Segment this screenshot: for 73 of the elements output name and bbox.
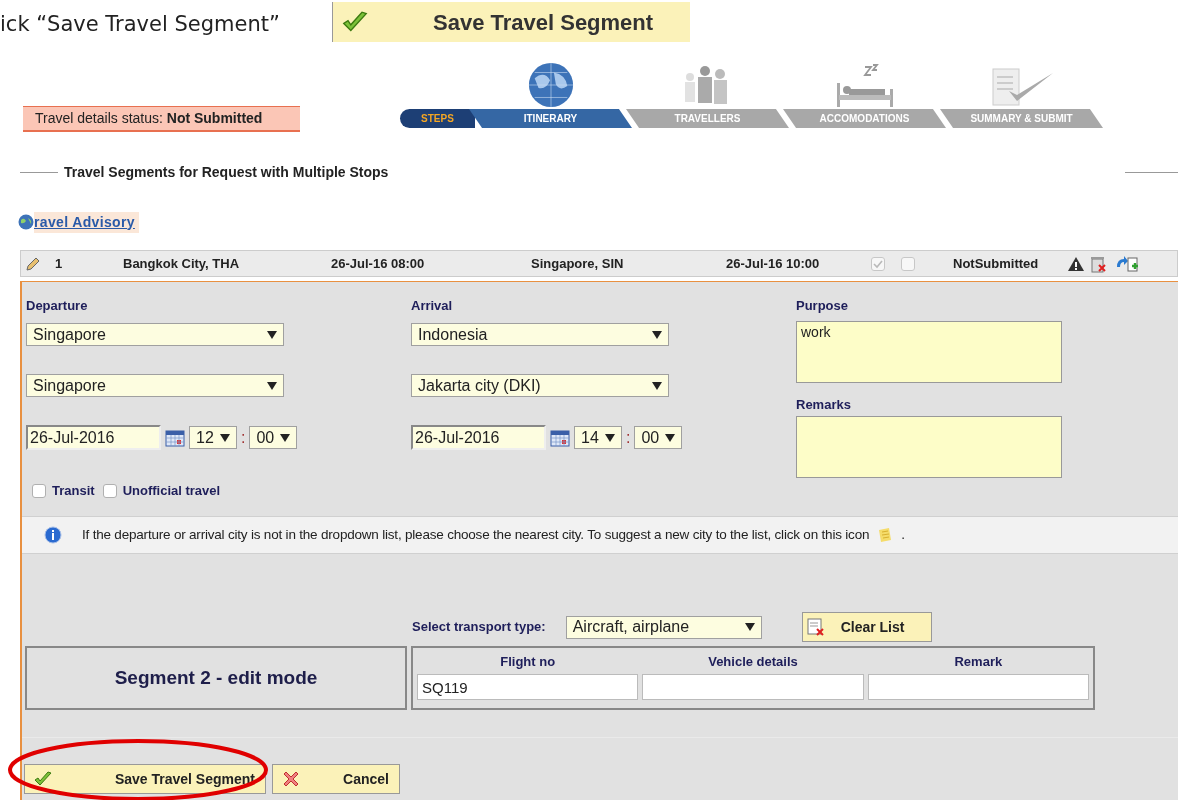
column-heading: Remark [954,653,1003,671]
checkbox[interactable] [901,256,915,271]
segment-status: NotSubmitted [953,254,1040,273]
info-text-end: . [901,525,906,544]
hour-dropdown[interactable]: 14 [574,426,622,449]
checkbox[interactable] [32,484,46,498]
dropdown-arrow-icon [220,433,230,442]
column-heading: Flight no [500,653,556,671]
date-field[interactable]: 26-Jul-2016 [411,425,546,450]
minute-dropdown[interactable]: 00 [634,426,683,449]
checkbox[interactable] [871,256,885,271]
dropdown-arrow-icon [744,623,755,631]
transport-dropdown[interactable]: Aircraft, airplane [565,615,762,639]
sleeping-bed-icon [834,63,895,109]
warning-icon[interactable] [1067,255,1085,272]
dropdown-arrow-icon [652,381,662,390]
delete-icon[interactable] [1089,254,1107,273]
clear-list-icon [806,618,825,636]
calendar-icon[interactable] [550,428,570,447]
detail-field[interactable] [867,674,1089,700]
status-box: Travel details status: Not Submitted [23,106,300,132]
clear-list-button[interactable]: Clear List [801,612,932,642]
dropdown-arrow-icon [605,433,615,442]
country-dropdown[interactable]: Indonesia [411,323,669,346]
dropdown-arrow-icon [267,381,277,390]
arrival-time: 26-Jul-16 10:00 [726,254,821,273]
hour-dropdown[interactable]: 12 [189,426,237,449]
city-dropdown[interactable]: Singapore [26,374,284,397]
time-separator: : [241,427,246,448]
city-dropdown[interactable]: Jakarta city (DKI) [411,374,669,397]
dropdown-arrow-icon [267,330,277,339]
checkbox-label: Transit [52,482,95,501]
cross-icon [281,769,301,789]
calendar-icon[interactable] [165,428,185,447]
purpose-field[interactable]: work [796,321,1062,383]
dropdown-arrow-icon [280,433,291,442]
info-icon [44,526,62,544]
segment-number: 1 [55,254,64,273]
instruction-text: ick “Save Travel Segment” [0,11,281,39]
transport-label: Select transport type: [412,618,546,637]
checkbox[interactable] [102,484,117,498]
departure-time: 26-Jul-16 08:00 [331,254,426,273]
note-icon[interactable] [877,527,894,543]
globe-icon [18,214,34,230]
date-field[interactable]: 26-Jul-2016 [26,425,161,450]
destination-city: Singapore, SIN [531,254,625,273]
save-button[interactable]: Save Travel Segment [24,764,266,794]
steps-label: STEPS [400,109,475,128]
detail-field[interactable]: SQ119 [417,674,639,700]
field-label: Arrival [411,297,454,314]
dropdown-arrow-icon [665,433,676,442]
pencil-icon [25,255,41,272]
country-dropdown[interactable]: Singapore [26,323,284,346]
field-label: Remarks [796,396,852,413]
field-label: Purpose [796,297,849,314]
dropdown-arrow-icon [652,330,662,339]
column-heading: Vehicle details [708,653,798,671]
time-separator: : [626,427,631,448]
segment-caption: Segment 2 - edit mode [25,646,407,710]
segment-row[interactable]: 1 Bangkok City, THA 26-Jul-16 08:00 Singapore, SIN 26-Jul-16 10:00 NotSubmitted [20,250,1178,277]
origin-city: Bangkok City, THA [123,254,241,273]
copy-segment-icon[interactable] [1115,254,1139,273]
info-text: If the departure or arrival city is not in the dropdown list, please choose the nearest city. To suggest a new city to the list, click on this icon [82,525,870,544]
save-button-preview: Save Travel Segment [332,2,690,42]
checkbox-label: Unofficial travel [122,482,221,501]
remarks-field[interactable] [796,416,1062,478]
detail-field[interactable] [642,674,864,700]
travel-advisory-link[interactable]: ravel Advisory [34,211,139,233]
field-label: Departure [26,297,89,314]
section-title: Travel Segments for Request with Multiple Stops [64,162,389,182]
step-tab[interactable]: ITINERARY [469,109,632,128]
cancel-button[interactable]: Cancel [272,764,400,794]
minute-dropdown[interactable]: 00 [249,426,298,449]
